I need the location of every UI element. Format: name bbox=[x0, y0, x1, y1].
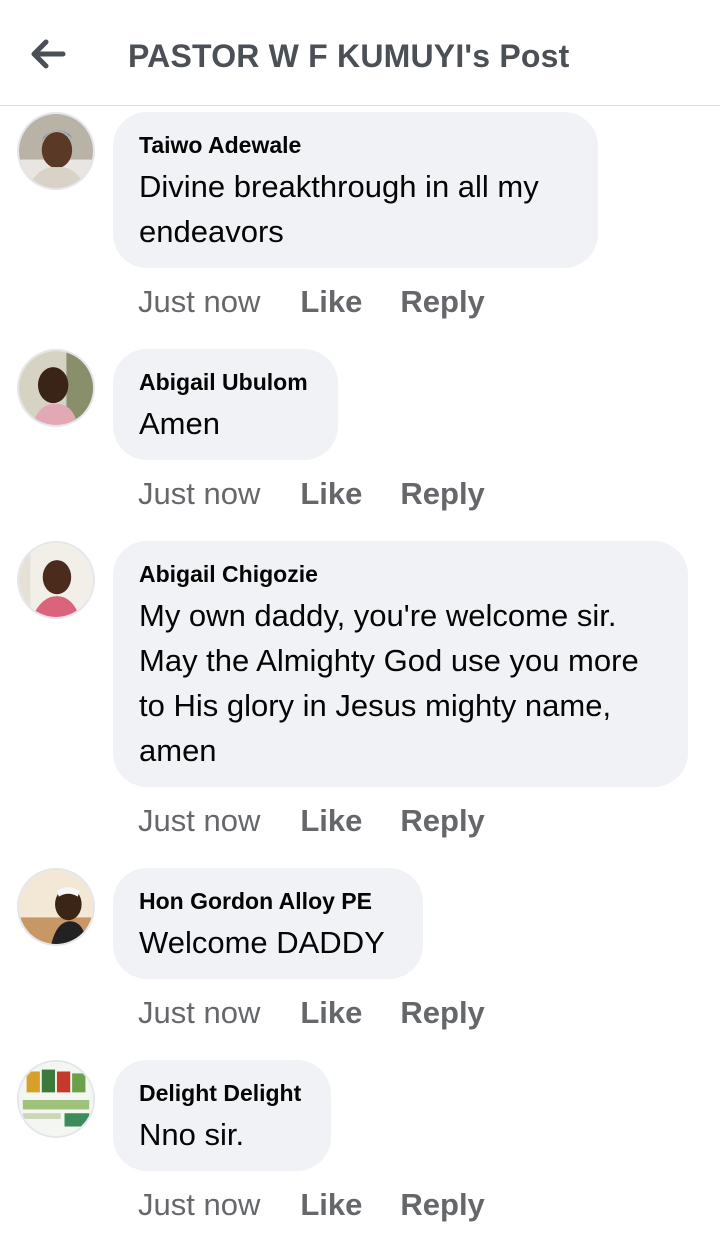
comment-text: Nno sir. bbox=[139, 1117, 245, 1152]
comment-time[interactable]: Just now bbox=[138, 1187, 260, 1223]
comment-actions: Just now Like Reply bbox=[138, 476, 485, 512]
reply-button[interactable]: Reply bbox=[400, 803, 484, 839]
avatar[interactable] bbox=[17, 541, 95, 619]
comment-time[interactable]: Just now bbox=[138, 284, 260, 320]
like-button[interactable]: Like bbox=[300, 803, 362, 839]
comment-text: My own daddy, you're welcome sir. May th… bbox=[139, 598, 639, 768]
reply-button[interactable]: Reply bbox=[400, 476, 484, 512]
reply-button[interactable]: Reply bbox=[400, 284, 484, 320]
like-button[interactable]: Like bbox=[300, 476, 362, 512]
avatar[interactable] bbox=[17, 868, 95, 946]
comment-bubble[interactable]: Delight Delight Nno sir. bbox=[113, 1060, 331, 1171]
comment-text: Divine breakthrough in all my endeavors bbox=[139, 169, 539, 249]
comment-bubble[interactable]: Hon Gordon Alloy PE Welcome DADDY bbox=[113, 868, 423, 979]
comment-actions: Just now Like Reply bbox=[138, 803, 485, 839]
comment-text: Amen bbox=[139, 406, 220, 441]
comment-bubble[interactable]: Abigail Ubulom Amen bbox=[113, 349, 338, 460]
comment-time[interactable]: Just now bbox=[138, 803, 260, 839]
comment-actions: Just now Like Reply bbox=[138, 995, 485, 1031]
like-button[interactable]: Like bbox=[300, 995, 362, 1031]
comment-bubble[interactable]: Abigail Chigozie My own daddy, you're we… bbox=[113, 541, 688, 787]
page-title: PASTOR W F KUMUYI's Post bbox=[128, 38, 570, 74]
comment-bubble[interactable]: Taiwo Adewale Divine breakthrough in all… bbox=[113, 112, 598, 268]
like-button[interactable]: Like bbox=[300, 1187, 362, 1223]
comment-text: Welcome DADDY bbox=[139, 925, 385, 960]
comment-time[interactable]: Just now bbox=[138, 995, 260, 1031]
comment-author[interactable]: Delight Delight bbox=[139, 1078, 305, 1108]
back-button[interactable] bbox=[20, 28, 76, 80]
comment-author[interactable]: Abigail Ubulom bbox=[139, 367, 312, 397]
reply-button[interactable]: Reply bbox=[400, 1187, 484, 1223]
comment-time[interactable]: Just now bbox=[138, 476, 260, 512]
comment-actions: Just now Like Reply bbox=[138, 284, 485, 320]
top-bar: PASTOR W F KUMUYI's Post bbox=[0, 0, 720, 106]
like-button[interactable]: Like bbox=[300, 284, 362, 320]
arrow-left-icon bbox=[31, 39, 66, 69]
comment-actions: Just now Like Reply bbox=[138, 1187, 485, 1223]
avatar[interactable] bbox=[17, 349, 95, 427]
avatar[interactable] bbox=[17, 1060, 95, 1138]
avatar[interactable] bbox=[17, 112, 95, 190]
reply-button[interactable]: Reply bbox=[400, 995, 484, 1031]
comment-author[interactable]: Taiwo Adewale bbox=[139, 130, 572, 160]
comment-author[interactable]: Hon Gordon Alloy PE bbox=[139, 886, 397, 916]
comment-author[interactable]: Abigail Chigozie bbox=[139, 559, 662, 589]
